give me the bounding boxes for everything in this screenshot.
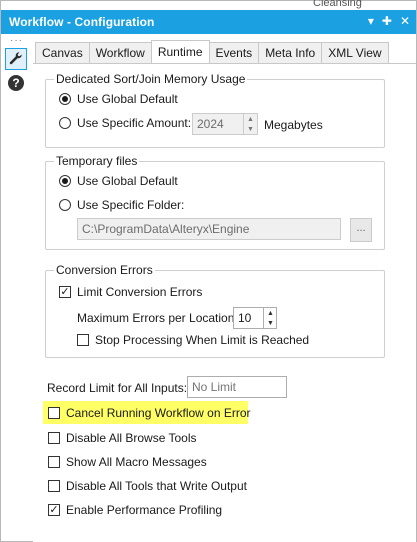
runtime-panel: Dedicated Sort/Join Memory Usage Use Glo… [33,63,416,542]
tab-workflow[interactable]: Workflow [88,42,152,63]
checkbox-label: Cancel Running Workflow on Error [66,406,251,420]
checkbox-indicator [48,480,60,492]
tab-events[interactable]: Events [208,42,260,63]
max-errors-spinner[interactable]: ▲ ▼ [263,308,277,328]
titlebar-buttons: ▾ ✚ ✕ [368,14,410,28]
checkbox-label: Limit Conversion Errors [77,285,203,299]
configuration-wrench-button[interactable] [5,48,27,70]
sort-join-group: Dedicated Sort/Join Memory Usage Use Glo… [45,72,385,148]
pin-icon[interactable]: ✚ [382,14,392,28]
radio-indicator [59,117,71,129]
conversion-errors-legend: Conversion Errors [54,263,155,277]
spin-up-icon[interactable]: ▲ [264,308,277,318]
wrench-icon [9,52,22,65]
tab-strip: Canvas Workflow Runtime Events Meta Info… [35,40,389,63]
checkbox-indicator [48,432,60,444]
sort-join-global-radio[interactable]: Use Global Default [59,92,178,106]
record-limit-input[interactable] [187,376,287,398]
tab-xml-view[interactable]: XML View [321,42,389,63]
configuration-window: Cleansing Workflow - Configuration ▾ ✚ ✕… [0,0,417,542]
temp-folder-input[interactable]: C:\ProgramData\Alteryx\Engine [77,218,341,240]
window-title: Workflow - Configuration [9,15,155,29]
show-macro-messages-checkbox[interactable]: Show All Macro Messages [48,455,207,469]
checkbox-indicator [48,456,60,468]
checkbox-label: Enable Performance Profiling [66,503,223,517]
radio-indicator [59,175,71,187]
tab-canvas[interactable]: Canvas [35,42,90,63]
checkbox-label: Disable All Browse Tools [66,431,197,445]
max-errors-label: Maximum Errors per Location: [77,311,238,325]
checkbox-label: Stop Processing When Limit is Reached [95,333,310,347]
radio-label: Use Specific Amount: [77,116,192,130]
stop-processing-checkbox[interactable]: Stop Processing When Limit is Reached [77,333,309,347]
spin-up-icon[interactable]: ▲ [244,114,257,124]
checkbox-label: Show All Macro Messages [66,455,207,469]
tab-runtime[interactable]: Runtime [150,40,210,63]
temp-global-radio[interactable]: Use Global Default [59,174,178,188]
radio-label: Use Specific Folder: [77,198,185,212]
cancel-on-error-checkbox[interactable]: Cancel Running Workflow on Error [48,406,251,420]
disable-browse-tools-checkbox[interactable]: Disable All Browse Tools [48,431,197,445]
performance-profiling-checkbox[interactable]: ✓ Enable Performance Profiling [48,503,222,517]
grip-icon: ··· [10,35,23,46]
background-peek-text: Cleansing [313,0,362,9]
close-icon[interactable]: ✕ [400,14,410,28]
spin-down-icon[interactable]: ▼ [244,124,257,134]
sidebar: ··· ? [1,34,31,541]
spin-down-icon[interactable]: ▼ [264,318,277,328]
disable-write-tools-checkbox[interactable]: Disable All Tools that Write Output [48,479,247,493]
radio-indicator [59,199,71,211]
radio-label: Use Global Default [77,92,178,106]
checkmark-icon: ✓ [48,504,60,516]
window-titlebar: Workflow - Configuration ▾ ✚ ✕ [1,10,416,34]
record-limit-label: Record Limit for All Inputs: [47,381,188,395]
checkbox-indicator [77,334,89,346]
memory-unit-label: Megabytes [264,118,323,132]
checkbox-indicator [48,407,60,419]
tab-meta-info[interactable]: Meta Info [258,42,323,63]
temp-files-group: Temporary files Use Global Default Use S… [45,154,385,250]
temp-specific-radio[interactable]: Use Specific Folder: [59,198,184,212]
help-icon[interactable]: ? [8,75,24,91]
browse-folder-button[interactable]: ... [350,218,372,242]
sort-join-specific-radio[interactable]: Use Specific Amount: [59,116,191,130]
dropdown-icon[interactable]: ▾ [368,14,374,28]
radio-label: Use Global Default [77,174,178,188]
conversion-errors-group: Conversion Errors ✓ Limit Conversion Err… [45,263,385,358]
checkmark-icon: ✓ [59,286,71,298]
temp-files-legend: Temporary files [54,154,140,168]
limit-conversion-checkbox[interactable]: ✓ Limit Conversion Errors [59,285,202,299]
checkbox-label: Disable All Tools that Write Output [66,479,247,493]
memory-amount-spinner[interactable]: ▲ ▼ [243,114,257,134]
sort-join-legend: Dedicated Sort/Join Memory Usage [54,72,248,86]
radio-indicator [59,93,71,105]
